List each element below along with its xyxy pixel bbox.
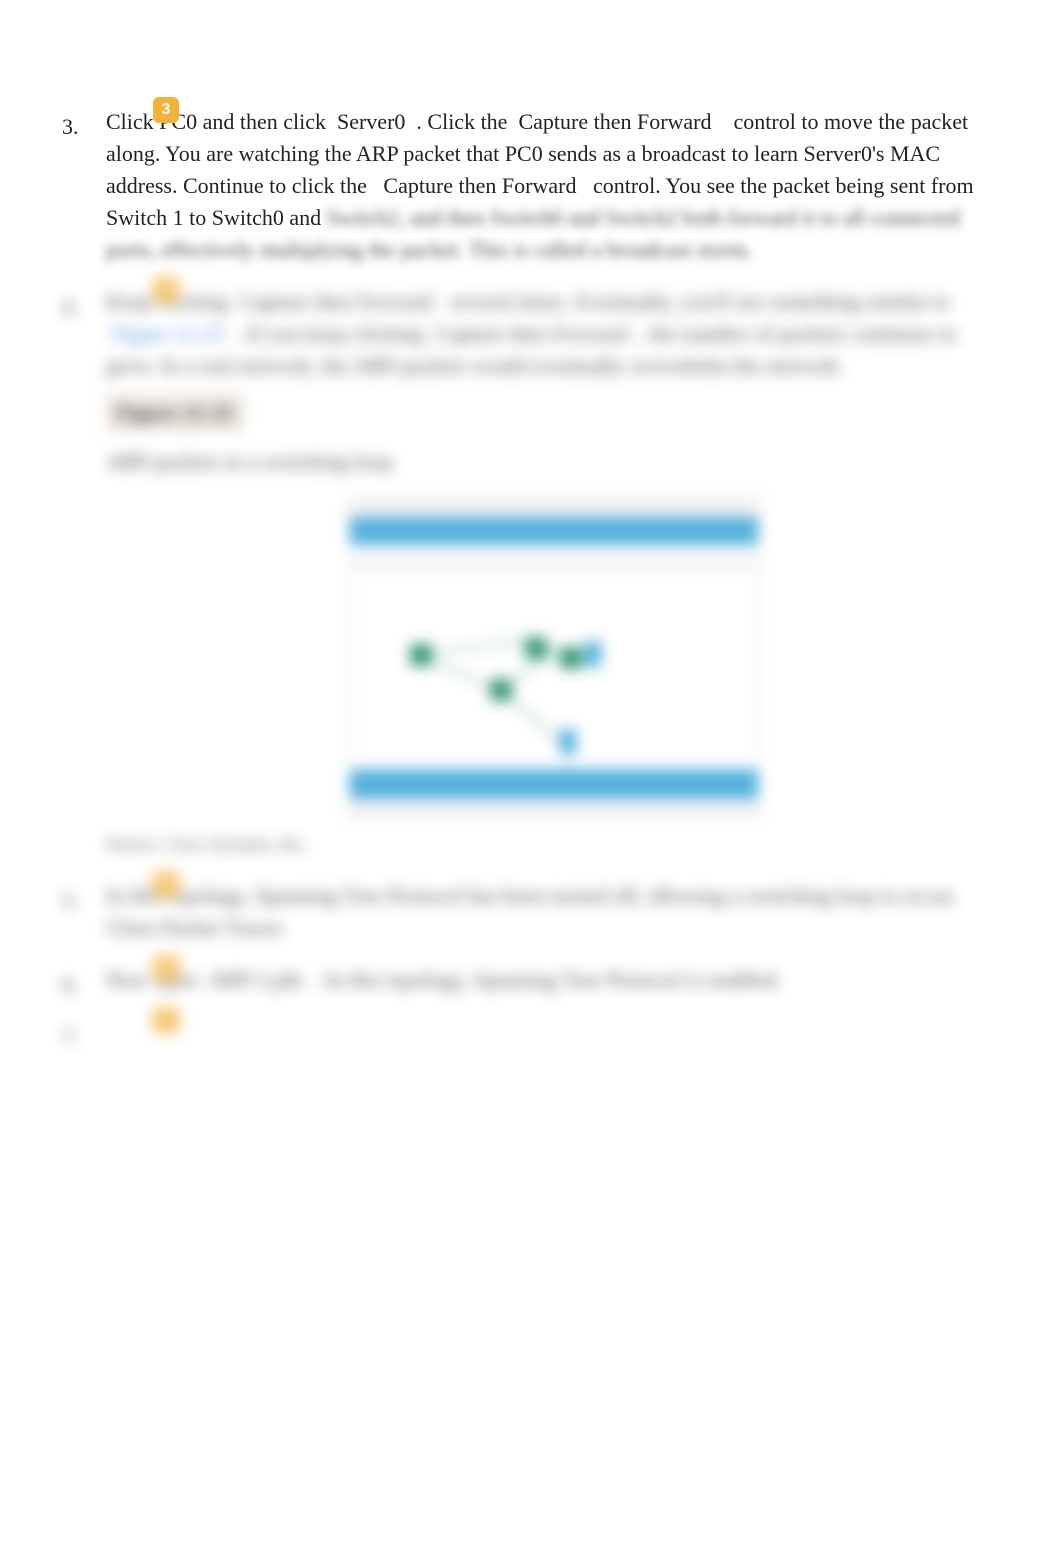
window-toolbar bbox=[350, 545, 758, 569]
step-badge: 7 bbox=[153, 1007, 179, 1033]
step-number: 6. bbox=[62, 972, 79, 998]
step-4: 4. 4 Keep clicking Capture then Forward … bbox=[0, 286, 1062, 860]
figure-label: Figure 11-25 bbox=[106, 394, 244, 432]
packet-tracer-screenshot bbox=[349, 498, 759, 818]
switch-icon bbox=[490, 679, 512, 701]
text: . Click the bbox=[416, 109, 507, 134]
text: Capture then Forward bbox=[383, 173, 576, 198]
step-number: 3. bbox=[62, 114, 79, 140]
step-number: 4. bbox=[62, 294, 79, 320]
step-body: Now open ARP-2.pkt . In this topology, S… bbox=[106, 964, 1002, 996]
step-badge: 3 bbox=[153, 97, 179, 123]
figure-wrap bbox=[106, 498, 1002, 818]
window-status-bar bbox=[350, 799, 758, 817]
text: several times. Eventually, you'll see bbox=[449, 289, 763, 314]
text: Click bbox=[106, 109, 154, 134]
step-6: 6. 6 Now open ARP-2.pkt . In this topolo… bbox=[0, 964, 1062, 996]
step-body: Click PC0 and then click Server0 . Click… bbox=[106, 106, 1002, 266]
text: . If you keep clicking bbox=[236, 321, 424, 346]
text: something similar to bbox=[769, 289, 950, 314]
figure-source: Source: Cisco Systems, Inc. bbox=[106, 828, 1002, 860]
figure-link[interactable]: Figure 11-25 bbox=[112, 321, 225, 346]
step-number: 7. bbox=[62, 1024, 79, 1050]
text: Capture then Forward bbox=[240, 289, 433, 314]
document-page: 3. 3 Click PC0 and then click Server0 . … bbox=[0, 0, 1062, 1561]
server-icon bbox=[585, 641, 601, 667]
step-7-paragraph bbox=[106, 1016, 1002, 1048]
pc-icon bbox=[560, 729, 576, 755]
window-titlebar bbox=[350, 499, 758, 517]
text: Server0 bbox=[337, 109, 405, 134]
step-badge: 5 bbox=[153, 871, 179, 897]
step-body: Keep clicking Capture then Forward sever… bbox=[106, 286, 1002, 860]
switch-icon bbox=[525, 637, 547, 659]
step-body bbox=[106, 1016, 1002, 1048]
step-6-paragraph: Now open ARP-2.pkt . In this topology, S… bbox=[106, 964, 1002, 996]
step-3-paragraph: Click PC0 and then click Server0 . Click… bbox=[106, 106, 1002, 266]
text: , the bbox=[639, 321, 677, 346]
step-number: 5. bbox=[62, 888, 79, 914]
text: Capture then Forward bbox=[435, 321, 628, 346]
network-link bbox=[420, 637, 539, 656]
step-badge: 6 bbox=[153, 955, 179, 981]
text: Now open bbox=[106, 967, 197, 992]
step-5: 5. 5 In this topology, Spanning Tree Pro… bbox=[0, 880, 1062, 944]
text: ARP-2.pkt bbox=[208, 967, 303, 992]
step-7: 7. 7 bbox=[0, 1016, 1062, 1048]
window-bottom-bar bbox=[350, 769, 758, 799]
switch-icon bbox=[410, 644, 432, 666]
topology-canvas bbox=[350, 569, 758, 769]
switch-icon bbox=[560, 647, 582, 669]
figure-caption: ARP packets in a switching loop bbox=[106, 446, 1002, 478]
window-ribbon bbox=[350, 517, 758, 545]
step-badge: 4 bbox=[153, 277, 179, 303]
step-5-paragraph: In this topology, Spanning Tree Protocol… bbox=[106, 880, 1002, 944]
step-4-paragraph: Keep clicking Capture then Forward sever… bbox=[106, 286, 1002, 382]
text: . In this topology, Spanning Tree Protoc… bbox=[314, 967, 781, 992]
text: PC0 and then click bbox=[159, 109, 326, 134]
step-body: In this topology, Spanning Tree Protocol… bbox=[106, 880, 1002, 944]
text: Capture then Forward bbox=[518, 109, 711, 134]
step-3: 3. 3 Click PC0 and then click Server0 . … bbox=[0, 106, 1062, 266]
